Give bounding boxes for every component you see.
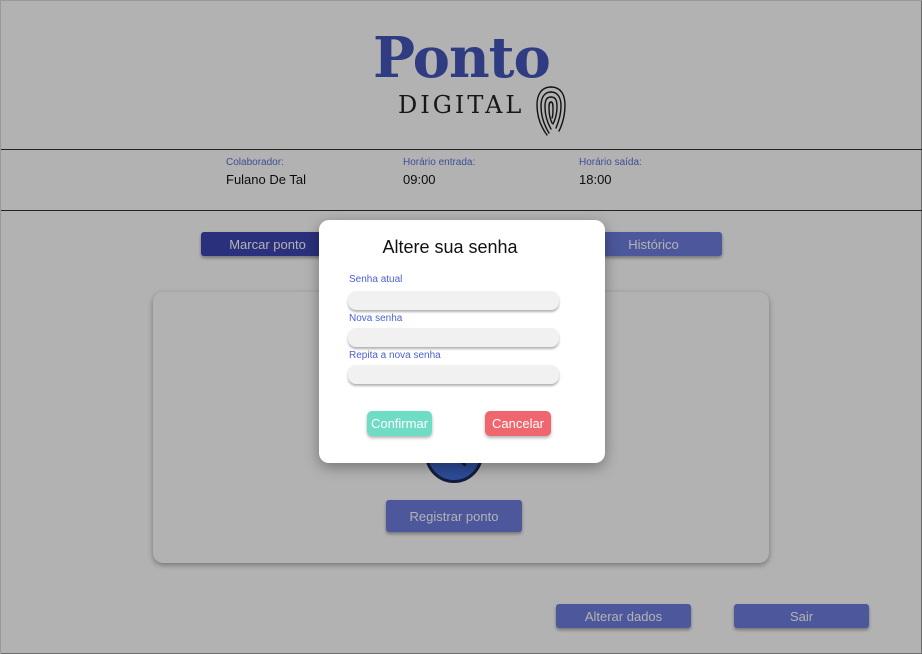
change-password-modal: Altere sua senha Senha atual Nova senha … xyxy=(319,220,605,463)
repeat-password-input[interactable] xyxy=(348,365,559,384)
new-password-input[interactable] xyxy=(348,328,559,347)
cancel-button[interactable]: Cancelar xyxy=(485,411,551,436)
modal-title: Altere sua senha xyxy=(382,237,518,257)
repeat-password-label: Repita a nova senha xyxy=(349,350,441,361)
current-password-input[interactable] xyxy=(348,291,559,310)
confirm-button[interactable]: Confirmar xyxy=(367,411,432,436)
current-password-label: Senha atual xyxy=(349,274,403,285)
new-password-label: Nova senha xyxy=(349,313,403,324)
page: Ponto DIGITAL Colaborador: Fulano De Tal… xyxy=(0,0,922,654)
